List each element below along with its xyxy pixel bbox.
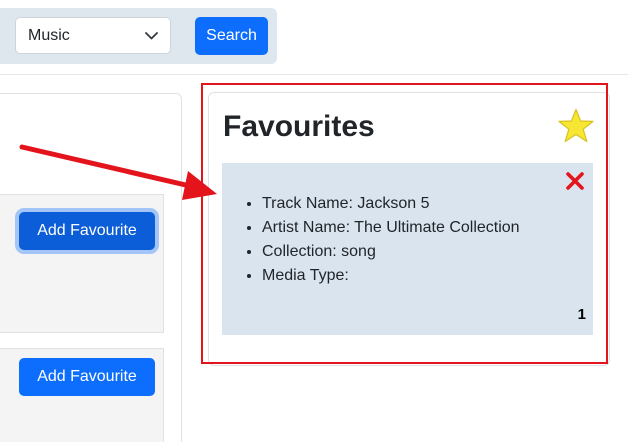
add-favourite-button[interactable]: Add Favourite (19, 212, 155, 250)
add-favourite-button[interactable]: Add Favourite (19, 358, 155, 396)
search-button[interactable]: Search (195, 17, 268, 55)
chevron-down-icon (145, 18, 158, 53)
media-type-value: Music (28, 27, 70, 44)
page: Music Search Add Favourite Add Favourite… (0, 0, 628, 442)
header-divider (0, 74, 628, 75)
annotation-highlight-box (201, 83, 608, 364)
media-type-select[interactable]: Music (15, 17, 171, 54)
